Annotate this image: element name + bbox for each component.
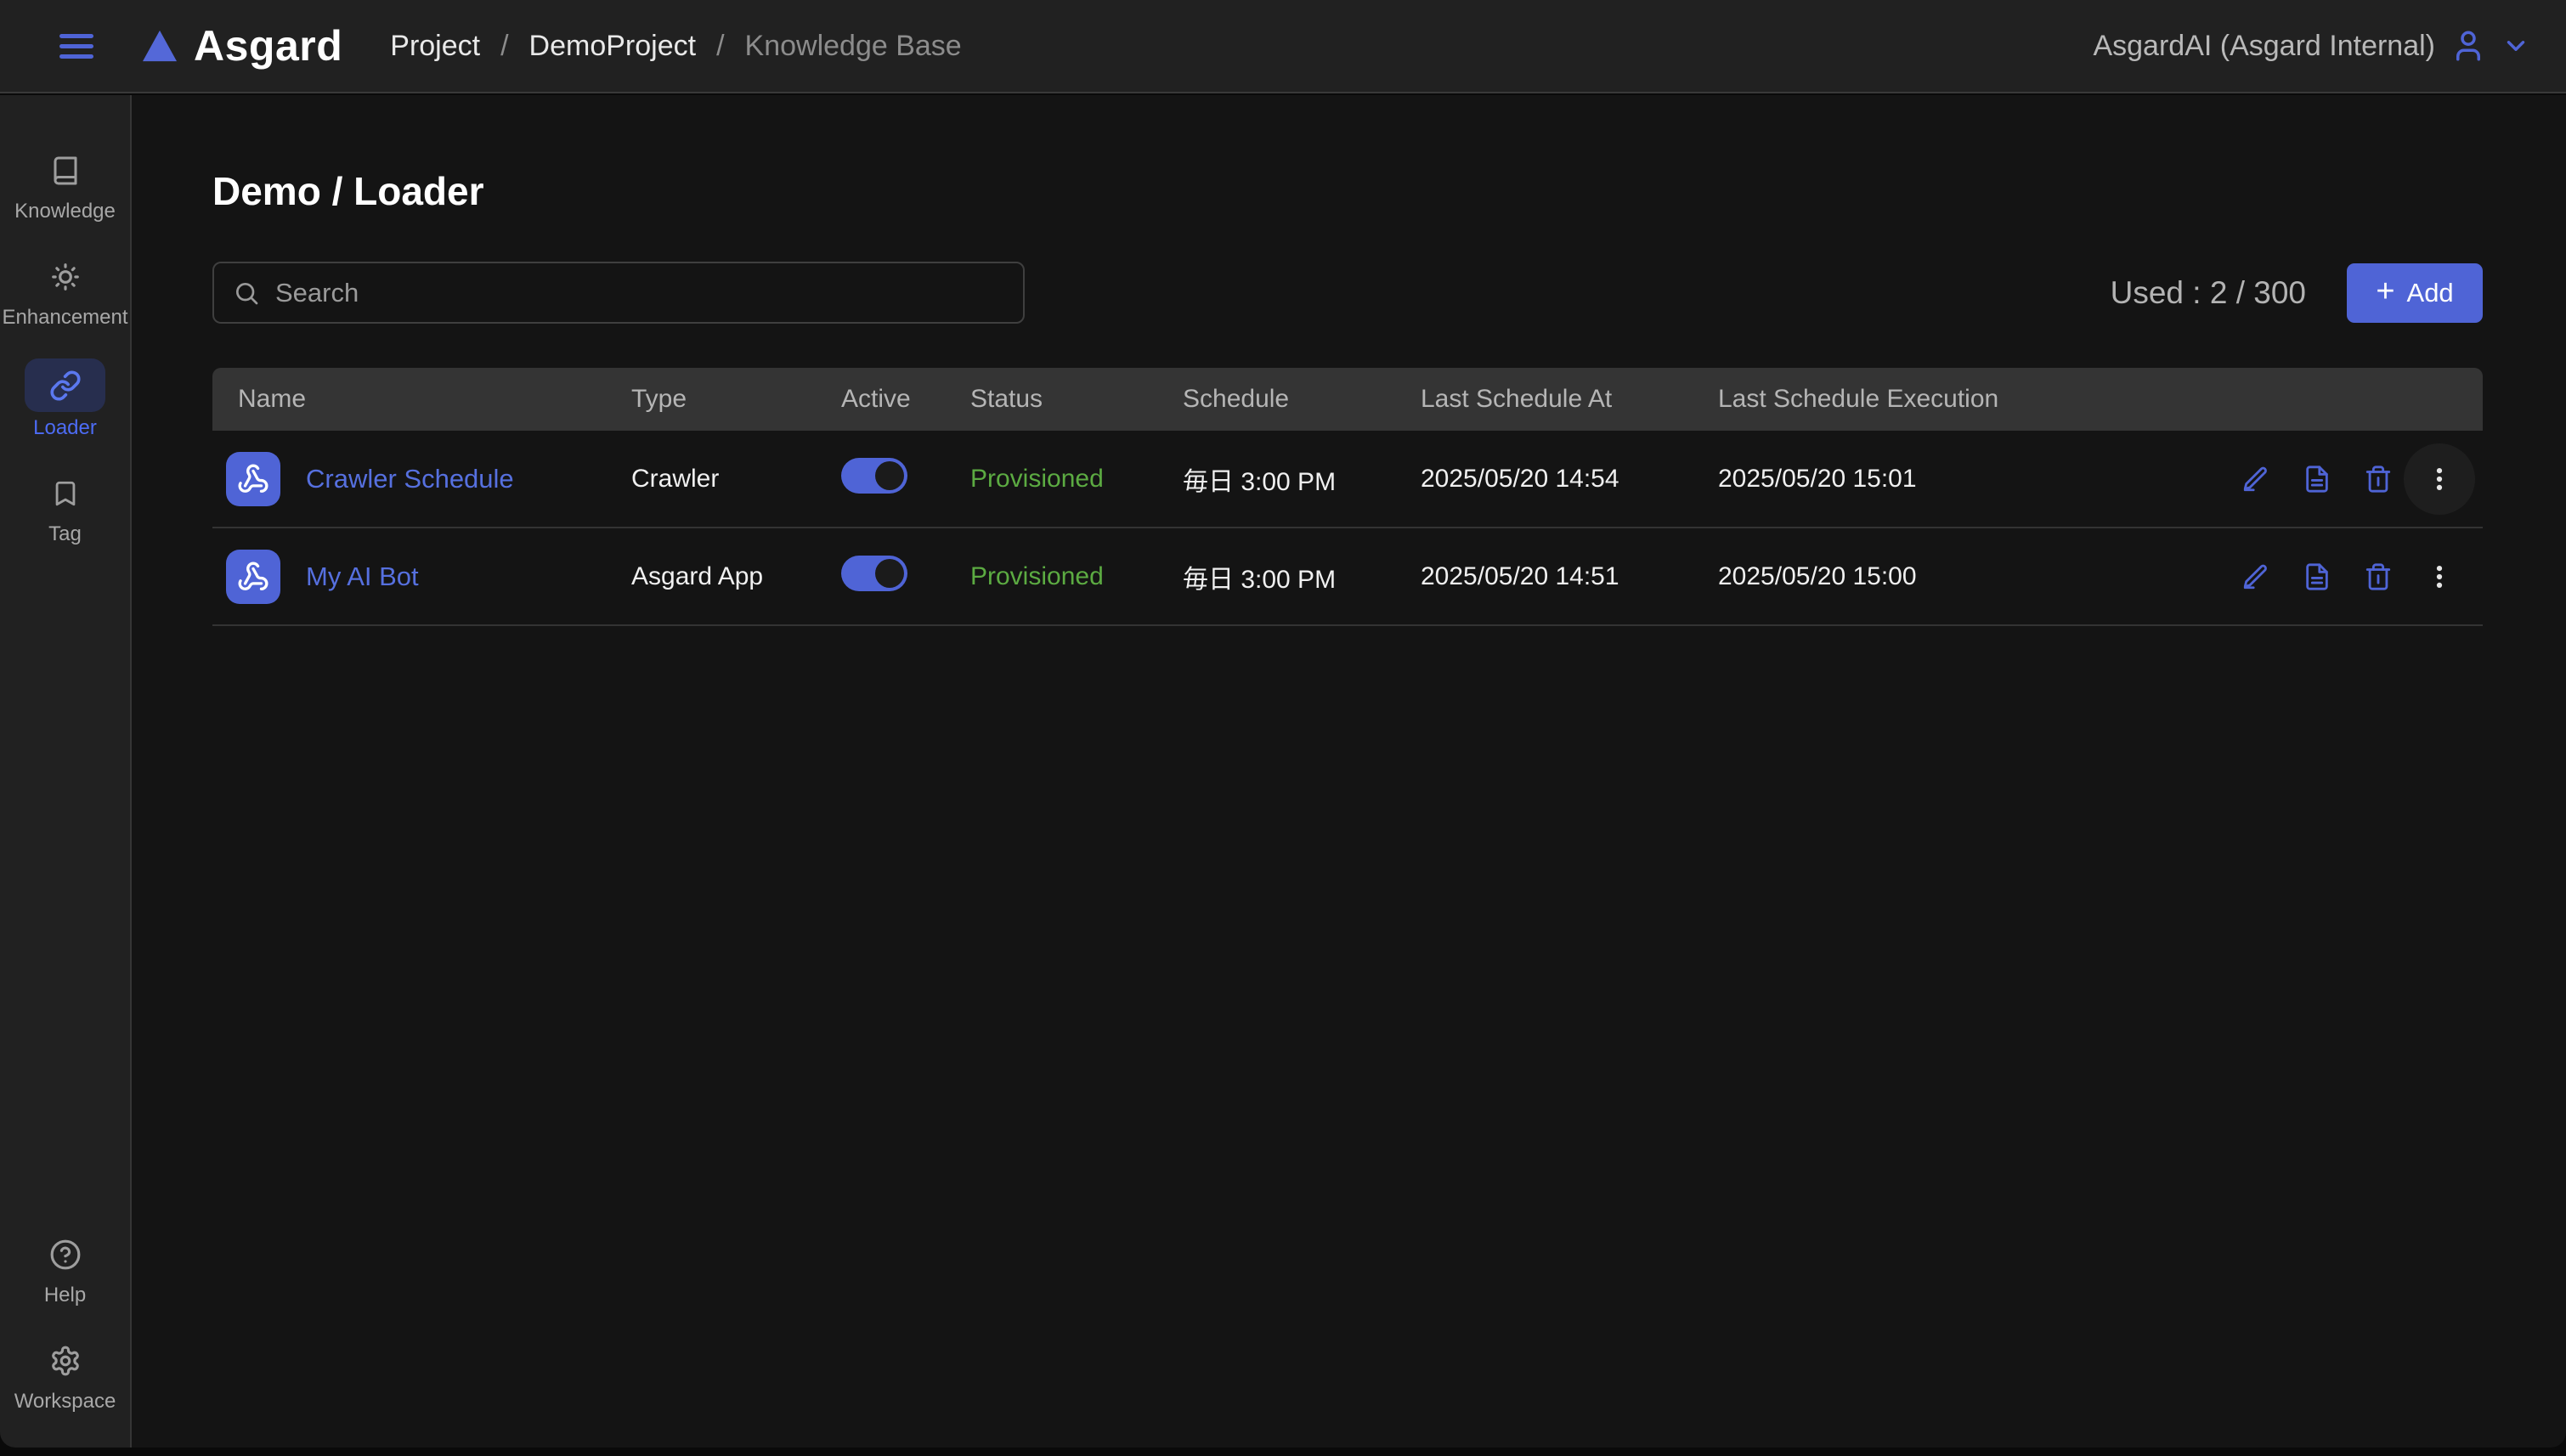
toolbar: Used : 2 / 300 + Add bbox=[212, 262, 2483, 324]
page-title: Demo / Loader bbox=[212, 169, 484, 213]
sidebar-bottom: Help Workspace bbox=[0, 1230, 130, 1448]
row-name-link[interactable]: My AI Bot bbox=[306, 562, 419, 592]
sidebar-item-enhancement[interactable]: Enhancement bbox=[0, 252, 130, 330]
sidebar-item-label: Enhancement bbox=[2, 306, 128, 329]
chevron-down-icon[interactable] bbox=[2501, 31, 2530, 60]
sidebar-item-label: Help bbox=[43, 1284, 87, 1306]
status-badge: Provisioned bbox=[970, 562, 1104, 590]
row-last-schedule-execution: 2025/05/20 15:01 bbox=[1718, 464, 1917, 493]
breadcrumb-item-knowledge-base: Knowledge Base bbox=[744, 29, 962, 62]
usage-counter: Used : 2 / 300 bbox=[2110, 274, 2306, 310]
sidebar-item-label: Knowledge bbox=[14, 200, 116, 223]
active-toggle[interactable] bbox=[841, 457, 907, 494]
active-cell bbox=[841, 457, 970, 500]
sidebar: Knowledge Enhancement Loader Tag Help Wo… bbox=[0, 95, 132, 1448]
row-schedule: 毎日 3:00 PM bbox=[1183, 565, 1337, 594]
toggle-knob bbox=[875, 558, 904, 588]
sidebar-item-label: Tag bbox=[48, 522, 82, 545]
link-icon bbox=[25, 358, 105, 412]
add-button[interactable]: + Add bbox=[2347, 262, 2483, 323]
webhook-icon bbox=[226, 549, 280, 604]
app-shell: Knowledge Enhancement Loader Tag Help Wo… bbox=[0, 95, 2566, 1448]
menu-icon[interactable] bbox=[54, 29, 99, 64]
sidebar-item-tag[interactable]: Tag bbox=[0, 469, 130, 546]
status-badge: Provisioned bbox=[970, 464, 1104, 493]
trash-icon[interactable] bbox=[2364, 465, 2393, 494]
edit-icon[interactable] bbox=[2241, 562, 2270, 591]
table-row: Crawler Schedule Crawler Provisioned 毎日 … bbox=[212, 431, 2483, 528]
row-last-schedule-at: 2025/05/20 14:51 bbox=[1421, 562, 1619, 590]
row-last-schedule-at: 2025/05/20 14:54 bbox=[1421, 464, 1619, 493]
account-name: AsgardAI (Asgard Internal) bbox=[2093, 29, 2435, 62]
breadcrumb-separator: / bbox=[500, 29, 509, 62]
help-circle-icon bbox=[25, 1230, 105, 1279]
row-name-link[interactable]: Crawler Schedule bbox=[306, 464, 514, 494]
brand: Asgard bbox=[141, 21, 342, 71]
sidebar-item-label: Loader bbox=[33, 416, 97, 439]
sidebar-item-label: Workspace bbox=[14, 1390, 116, 1413]
plus-icon: + bbox=[2376, 274, 2395, 309]
trash-icon[interactable] bbox=[2364, 562, 2393, 591]
main-content: Demo / Loader Used : 2 / 300 + Add Name bbox=[132, 95, 2566, 1448]
webhook-icon bbox=[226, 451, 280, 506]
column-header-last-schedule-execution: Last Schedule Execution bbox=[1718, 385, 1999, 413]
menu-bar bbox=[59, 43, 93, 48]
row-schedule: 毎日 3:00 PM bbox=[1183, 467, 1337, 496]
breadcrumb-item-demoproject[interactable]: DemoProject bbox=[529, 30, 697, 63]
column-header-name: Name bbox=[238, 385, 307, 413]
top-bar: Asgard Project / DemoProject / Knowledge… bbox=[0, 0, 2566, 93]
table-row: My AI Bot Asgard App Provisioned 毎日 3:00… bbox=[212, 528, 2483, 626]
name-cell: Crawler Schedule bbox=[212, 451, 631, 506]
triangle-logo-icon bbox=[143, 30, 177, 62]
more-vertical-icon[interactable] bbox=[2404, 443, 2475, 515]
sidebar-item-loader[interactable]: Loader bbox=[0, 358, 130, 440]
column-header-type: Type bbox=[631, 385, 687, 413]
menu-bar bbox=[59, 33, 93, 38]
name-cell: My AI Bot bbox=[212, 549, 631, 604]
sun-icon bbox=[25, 252, 105, 302]
active-cell bbox=[841, 555, 970, 598]
more-vertical-icon[interactable] bbox=[2425, 562, 2454, 591]
breadcrumb-item-project[interactable]: Project bbox=[390, 30, 480, 63]
bookmark-icon bbox=[25, 469, 105, 518]
gear-icon bbox=[25, 1336, 105, 1385]
document-icon[interactable] bbox=[2303, 465, 2331, 494]
user-icon[interactable] bbox=[2450, 28, 2486, 64]
sidebar-item-workspace[interactable]: Workspace bbox=[0, 1336, 130, 1414]
row-type: Asgard App bbox=[631, 562, 764, 590]
account-area: AsgardAI (Asgard Internal) bbox=[2093, 28, 2530, 64]
add-button-label: Add bbox=[2406, 277, 2454, 308]
sidebar-item-knowledge[interactable]: Knowledge bbox=[0, 146, 130, 223]
document-icon[interactable] bbox=[2303, 562, 2331, 591]
search-box bbox=[212, 262, 1025, 324]
row-actions bbox=[2228, 443, 2483, 515]
row-actions bbox=[2228, 562, 2483, 591]
table-header: Name Type Active Status Schedule Last Sc… bbox=[212, 368, 2483, 431]
active-toggle[interactable] bbox=[841, 555, 907, 591]
book-icon bbox=[25, 146, 105, 195]
breadcrumb-separator: / bbox=[716, 29, 725, 62]
column-header-last-schedule-at: Last Schedule At bbox=[1421, 385, 1613, 413]
column-header-status: Status bbox=[970, 385, 1043, 413]
sidebar-item-help[interactable]: Help bbox=[0, 1230, 130, 1307]
column-header-schedule: Schedule bbox=[1183, 385, 1290, 413]
search-icon bbox=[236, 282, 258, 304]
brand-name: Asgard bbox=[194, 22, 343, 70]
row-last-schedule-execution: 2025/05/20 15:00 bbox=[1718, 562, 1917, 590]
column-header-active: Active bbox=[841, 385, 911, 413]
row-type: Crawler bbox=[631, 464, 720, 493]
search-input[interactable] bbox=[274, 276, 1004, 309]
loader-table: Name Type Active Status Schedule Last Sc… bbox=[212, 368, 2483, 626]
menu-bar bbox=[59, 54, 93, 59]
toggle-knob bbox=[875, 460, 904, 490]
app-root: Asgard Project / DemoProject / Knowledge… bbox=[0, 0, 2566, 1456]
breadcrumb: Project / DemoProject / Knowledge Base bbox=[390, 30, 961, 63]
edit-icon[interactable] bbox=[2241, 465, 2270, 494]
